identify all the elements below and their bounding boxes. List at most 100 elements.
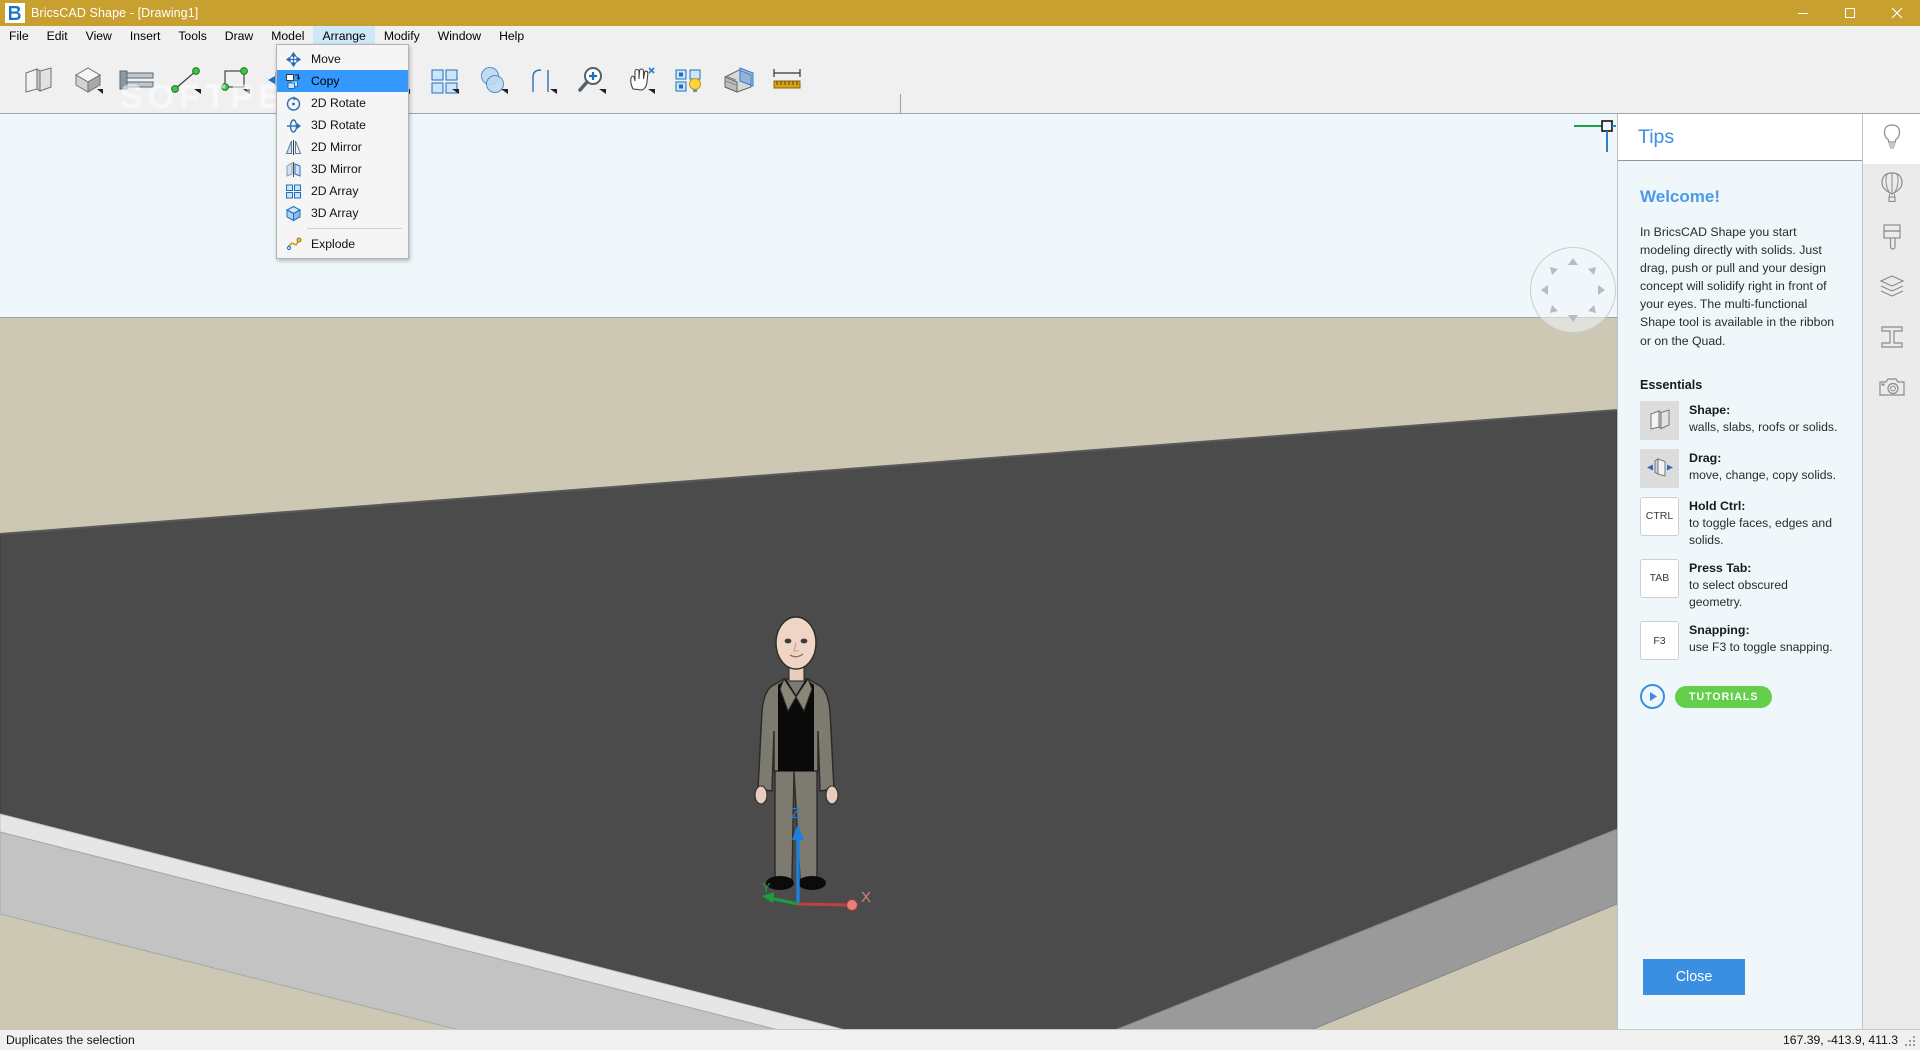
wall-icon[interactable] xyxy=(112,54,161,106)
sidebar-item-layers[interactable] xyxy=(1863,264,1920,314)
measure-ruler-icon[interactable] xyxy=(762,54,811,106)
mirror-2d-icon xyxy=(281,137,305,157)
i-beam-icon xyxy=(1879,324,1905,355)
menu-option-2d-rotate[interactable]: 2D Rotate xyxy=(277,92,408,114)
tutorials-button[interactable]: TUTORIALS xyxy=(1675,685,1773,708)
look-around-compass-icon[interactable] xyxy=(1530,247,1616,333)
array-2d-icon xyxy=(281,181,305,201)
title-bar: BricsCAD Shape - [Drawing1] xyxy=(0,0,1920,26)
tips-panel: Tips Welcome! In BricsCAD Shape you star… xyxy=(1617,114,1862,1029)
tips-panel-body: Welcome! In BricsCAD Shape you start mod… xyxy=(1618,161,1862,710)
essentials-tab-title: Press Tab: xyxy=(1689,560,1752,575)
essentials-snapping-desc: use F3 to toggle snapping. xyxy=(1689,640,1833,655)
menu-option-copy-label: Copy xyxy=(311,74,340,88)
status-hint: Duplicates the selection xyxy=(6,1033,135,1047)
render-lightbulb-icon[interactable] xyxy=(664,54,713,106)
array-2d-icon[interactable] xyxy=(419,54,468,106)
essentials-drag-desc: move, change, copy solids. xyxy=(1689,467,1837,482)
fillet-icon[interactable] xyxy=(517,54,566,106)
minimize-icon[interactable] xyxy=(1779,0,1826,26)
essentials-shape-title: Shape: xyxy=(1689,402,1731,417)
key-icon: CTRL xyxy=(1640,496,1679,536)
menu-option-copy[interactable]: Copy xyxy=(277,70,408,92)
menu-item-window[interactable]: Window xyxy=(429,26,490,46)
menu-option-move[interactable]: Move xyxy=(277,48,408,70)
essentials-row-tab: TAB Press Tab: to select obscured geomet… xyxy=(1640,558,1840,612)
menu-option-3d-array[interactable]: 3D Array xyxy=(277,202,408,224)
menu-item-insert[interactable]: Insert xyxy=(121,26,169,46)
svg-text:Z: Z xyxy=(791,805,800,822)
shape-icon xyxy=(1640,400,1679,440)
tips-essentials-heading: Essentials xyxy=(1640,377,1703,392)
essentials-drag-title: Drag: xyxy=(1689,450,1722,465)
bricscad-logo-icon xyxy=(5,3,25,23)
menu-option-2d-array[interactable]: 2D Array xyxy=(277,180,408,202)
menu-option-2d-rotate-label: 2D Rotate xyxy=(311,96,366,110)
drag-icon xyxy=(1640,448,1679,488)
svg-text:X: X xyxy=(861,889,871,906)
menu-option-2d-array-label: 2D Array xyxy=(311,184,359,198)
line-icon[interactable] xyxy=(161,54,210,106)
copy-icon xyxy=(281,71,305,91)
window-title: BricsCAD Shape - [Drawing1] xyxy=(31,6,199,20)
menu-item-arrange[interactable]: Arrange xyxy=(313,26,375,46)
menu-option-3d-mirror[interactable]: 3D Mirror xyxy=(277,158,408,180)
menu-item-model[interactable]: Model xyxy=(262,26,313,46)
hot-air-balloon-icon xyxy=(1880,171,1904,207)
menu-option-2d-mirror-label: 2D Mirror xyxy=(311,140,362,154)
sidebar-item-tips[interactable] xyxy=(1863,114,1920,164)
section-plane-icon[interactable] xyxy=(713,54,762,106)
sidebar-item-camera[interactable] xyxy=(1863,364,1920,414)
zoom-in-icon[interactable] xyxy=(566,54,615,106)
menu-option-3d-rotate[interactable]: 3D Rotate xyxy=(277,114,408,136)
layers-icon xyxy=(1879,274,1905,305)
menu-item-draw[interactable]: Draw xyxy=(216,26,262,46)
menu-item-help[interactable]: Help xyxy=(490,26,533,46)
essentials-row-ctrl: CTRL Hold Ctrl: to toggle faces, edges a… xyxy=(1640,496,1840,550)
menu-option-explode-label: Explode xyxy=(311,237,356,251)
sidebar-item-balloon[interactable] xyxy=(1863,164,1920,214)
rotate-3d-icon xyxy=(281,115,305,135)
menu-item-tools[interactable]: Tools xyxy=(169,26,215,46)
menu-item-edit[interactable]: Edit xyxy=(38,26,77,46)
menu-option-explode[interactable]: Explode xyxy=(277,233,408,255)
window-controls xyxy=(1779,0,1920,26)
lightbulb-icon xyxy=(1880,123,1904,156)
menu-option-move-label: Move xyxy=(311,52,341,66)
model-viewport[interactable]: Z X Y xyxy=(0,114,1617,1029)
mirror-3d-icon xyxy=(281,159,305,179)
essentials-ctrl-desc: to toggle faces, edges and solids. xyxy=(1689,515,1832,548)
camera-icon xyxy=(1878,375,1906,404)
sidebar-item-profiles[interactable] xyxy=(1863,314,1920,364)
tips-title: Tips xyxy=(1638,125,1675,148)
key-label-ctrl: CTRL xyxy=(1645,510,1674,523)
play-icon[interactable] xyxy=(1640,684,1665,710)
pan-hand-icon[interactable] xyxy=(615,54,664,106)
rectangle-icon[interactable] xyxy=(210,54,259,106)
key-icon: F3 xyxy=(1640,621,1679,661)
resize-grip-icon[interactable] xyxy=(1904,1035,1917,1048)
close-button[interactable]: Close xyxy=(1643,959,1745,995)
tips-intro-text: In BricsCAD Shape you start modeling dir… xyxy=(1640,225,1835,348)
menu-item-file[interactable]: File xyxy=(0,26,38,46)
shape-icon[interactable] xyxy=(14,54,63,106)
menu-item-view[interactable]: View xyxy=(77,26,121,46)
menu-separator xyxy=(307,228,402,229)
box-icon[interactable] xyxy=(63,54,112,106)
menu-option-3d-rotate-label: 3D Rotate xyxy=(311,118,366,132)
menu-option-2d-mirror[interactable]: 2D Mirror xyxy=(277,136,408,158)
array-3d-icon xyxy=(281,203,305,223)
essentials-ctrl-title: Hold Ctrl: xyxy=(1689,498,1746,513)
maximize-icon[interactable] xyxy=(1826,0,1873,26)
sidebar-item-materials[interactable] xyxy=(1863,214,1920,264)
ucs-mini-icon xyxy=(1572,114,1617,161)
essentials-shape-desc: walls, slabs, roofs or solids. xyxy=(1689,419,1838,434)
right-icon-rail xyxy=(1862,114,1920,1029)
menu-item-modify[interactable]: Modify xyxy=(375,26,429,46)
essentials-row-snapping: F3 Snapping: use F3 to toggle snapping. xyxy=(1640,621,1840,661)
rotate-2d-icon xyxy=(281,93,305,113)
boolean-union-icon[interactable] xyxy=(468,54,517,106)
menu-option-3d-mirror-label: 3D Mirror xyxy=(311,162,362,176)
close-icon[interactable] xyxy=(1873,0,1920,26)
key-icon: TAB xyxy=(1640,558,1679,598)
